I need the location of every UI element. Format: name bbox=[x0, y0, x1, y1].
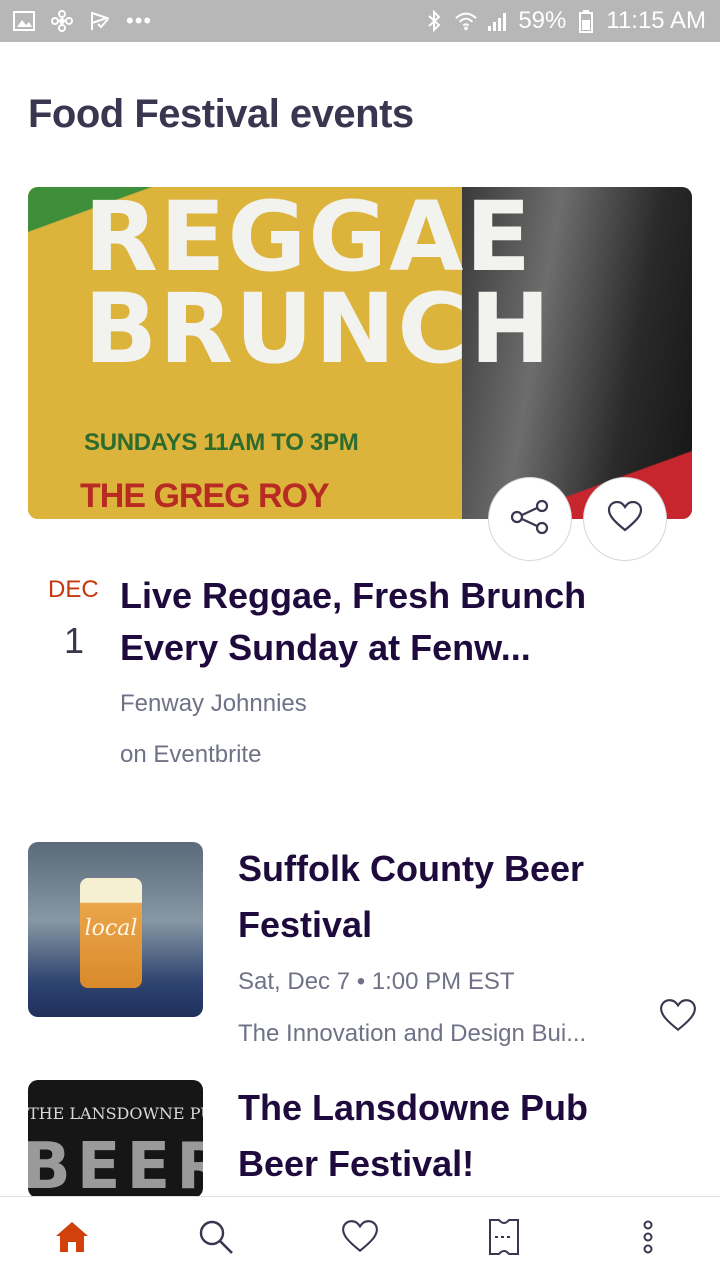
beer-glass-image: local bbox=[80, 878, 142, 988]
share-button[interactable] bbox=[488, 477, 572, 561]
poster-title: REGGAE BRUNCH bbox=[84, 187, 553, 385]
more-notifications-indicator: ••• bbox=[126, 8, 153, 33]
like-button[interactable] bbox=[656, 996, 700, 1040]
more-icon bbox=[641, 1220, 655, 1259]
event-thumbnail[interactable]: local bbox=[28, 842, 203, 1017]
featured-event-image[interactable]: REGGAE BRUNCH SUNDAYS 11AM TO 3PM THE GR… bbox=[28, 187, 692, 519]
poster-subtitle: SUNDAYS 11AM TO 3PM bbox=[84, 429, 359, 456]
poster-artist: THE GREG ROY bbox=[80, 477, 330, 515]
featured-event-source: on Eventbrite bbox=[120, 741, 262, 768]
flag-check-icon bbox=[88, 9, 112, 33]
bottom-navigation bbox=[0, 1196, 720, 1280]
battery-percent: 59% bbox=[518, 7, 567, 34]
event-date-month: DEC bbox=[48, 576, 99, 603]
ticket-icon bbox=[488, 1218, 520, 1261]
heart-icon bbox=[607, 500, 643, 538]
heart-icon bbox=[341, 1219, 379, 1259]
nav-likes[interactable] bbox=[338, 1217, 382, 1261]
bluetooth-icon bbox=[422, 9, 446, 33]
featured-event-venue: Fenway Johnnies bbox=[120, 690, 307, 717]
home-icon bbox=[54, 1220, 90, 1259]
nav-search[interactable] bbox=[194, 1217, 238, 1261]
featured-event-title[interactable]: Live Reggae, Fresh Brunch Every Sunday a… bbox=[120, 570, 680, 674]
event-date: Sat, Dec 7 • 1:00 PM EST bbox=[238, 968, 515, 995]
event-thumbnail[interactable]: THE LANSDOWNE PUB BEER bbox=[28, 1080, 203, 1198]
pub-beer-letters: BEER bbox=[28, 1130, 203, 1198]
nav-tickets[interactable] bbox=[482, 1217, 526, 1261]
status-notifications: ••• bbox=[12, 0, 152, 42]
pub-banner-text: THE LANSDOWNE PUB bbox=[28, 1104, 203, 1123]
nav-more[interactable] bbox=[626, 1217, 670, 1261]
event-date-day: 1 bbox=[64, 620, 85, 661]
event-title[interactable]: Suffolk County Beer Festival bbox=[238, 841, 658, 953]
status-system: 59% 11:15 AM bbox=[422, 0, 706, 42]
page-title: Food Festival events bbox=[28, 92, 414, 136]
nav-home[interactable] bbox=[50, 1217, 94, 1261]
event-venue: The Innovation and Design Bui... bbox=[238, 1020, 587, 1047]
share-icon bbox=[510, 499, 550, 540]
battery-icon bbox=[574, 9, 598, 33]
clock: 11:15 AM bbox=[606, 7, 706, 34]
wifi-icon bbox=[454, 9, 478, 33]
status-bar: ••• 59% 11:15 AM bbox=[0, 0, 720, 42]
heart-icon bbox=[659, 998, 697, 1038]
gallery-icon bbox=[12, 9, 36, 33]
fan-icon bbox=[50, 9, 74, 33]
search-icon bbox=[197, 1218, 235, 1261]
signal-icon bbox=[486, 9, 510, 33]
like-button[interactable] bbox=[583, 477, 667, 561]
event-title[interactable]: The Lansdowne Pub Beer Festival! bbox=[238, 1080, 658, 1192]
